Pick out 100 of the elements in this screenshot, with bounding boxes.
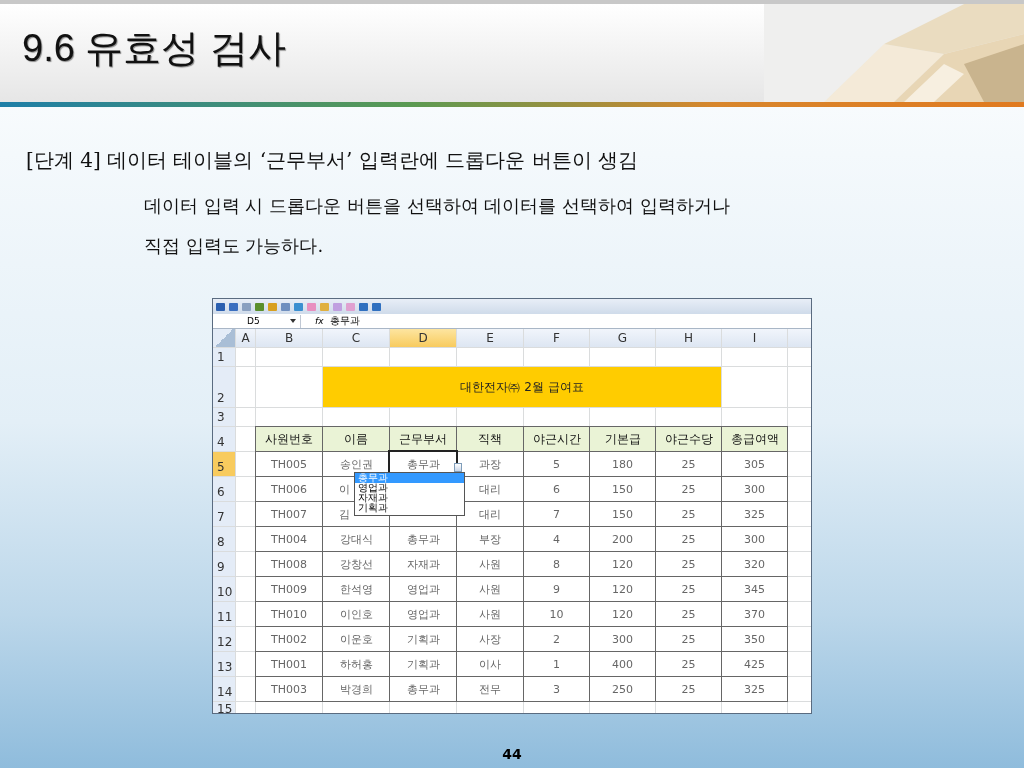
formula-field[interactable]: 총무과 <box>329 314 360 328</box>
row-header[interactable]: 7 <box>213 502 235 526</box>
table-cell: 사원 <box>457 602 523 626</box>
table-cell: 25 <box>656 452 721 476</box>
table-cell: 박경희 <box>323 677 389 701</box>
table-cell: 이사 <box>457 652 523 676</box>
table-cell: 기획과 <box>390 652 456 676</box>
table-cell: 이운호 <box>323 627 389 651</box>
table-cell: 한석영 <box>323 577 389 601</box>
description-text: 데이터 입력 시 드롭다운 버튼을 선택하여 데이터를 선택하여 입력하거나 <box>144 194 730 218</box>
column-header[interactable]: G <box>590 329 655 347</box>
table-cell: 320 <box>722 552 787 576</box>
table-cell: 부장 <box>457 527 523 551</box>
row-header[interactable]: 1 <box>213 348 235 366</box>
table-cell: TH009 <box>256 577 322 601</box>
table-cell: 7 <box>524 502 589 526</box>
table-cell: 345 <box>722 577 787 601</box>
row-header[interactable]: 3 <box>213 408 235 426</box>
table-cell: 350 <box>722 627 787 651</box>
table-cell: TH010 <box>256 602 322 626</box>
column-header[interactable]: A <box>236 329 255 347</box>
table-cell: 4 <box>524 527 589 551</box>
dropdown-button[interactable] <box>454 463 462 472</box>
column-header[interactable]: E <box>457 329 523 347</box>
table-cell: TH003 <box>256 677 322 701</box>
table-cell: 250 <box>590 677 655 701</box>
step-text: [단계 4] 데이터 테이블의 ‘근무부서’ 입력란에 드롭다운 버튼이 생김 <box>26 147 638 174</box>
table-cell: 1 <box>524 652 589 676</box>
table-cell: 120 <box>590 552 655 576</box>
table-cell: 25 <box>656 652 721 676</box>
table-cell: 150 <box>590 477 655 501</box>
description-text: 직접 입력도 가능하다. <box>144 234 324 258</box>
slide-title: 9.6 유효성 검사 <box>22 25 286 71</box>
table-cell: 대리 <box>457 502 523 526</box>
column-header[interactable]: D <box>390 329 456 347</box>
row-header[interactable]: 9 <box>213 552 235 576</box>
table-cell: 과장 <box>457 452 523 476</box>
row-header[interactable]: 11 <box>213 602 235 626</box>
table-cell: 이인호 <box>323 602 389 626</box>
table-header-cell: 총급여액 <box>722 427 787 451</box>
row-header[interactable]: 4 <box>213 427 235 451</box>
row-header[interactable]: 12 <box>213 627 235 651</box>
table-cell: 300 <box>722 477 787 501</box>
row-header[interactable]: 10 <box>213 577 235 601</box>
row-header[interactable]: 6 <box>213 477 235 501</box>
table-cell: 9 <box>524 577 589 601</box>
table-cell: 300 <box>722 527 787 551</box>
table-cell: 400 <box>590 652 655 676</box>
page-number: 44 <box>502 746 522 762</box>
table-cell: TH002 <box>256 627 322 651</box>
table-cell: 강창선 <box>323 552 389 576</box>
table-cell: 사원 <box>457 552 523 576</box>
table-cell: 325 <box>722 677 787 701</box>
table-header-cell: 기본급 <box>590 427 655 451</box>
table-cell: 25 <box>656 602 721 626</box>
table-cell: 150 <box>590 502 655 526</box>
table-header-cell: 이름 <box>323 427 389 451</box>
table-header-cell: 야근시간 <box>524 427 589 451</box>
table-cell: 180 <box>590 452 655 476</box>
table-cell: 강대식 <box>323 527 389 551</box>
table-cell: 25 <box>656 627 721 651</box>
table-cell: 총무과 <box>390 527 456 551</box>
table-cell: 25 <box>656 502 721 526</box>
table-cell: TH004 <box>256 527 322 551</box>
function-label[interactable]: fx <box>315 316 324 326</box>
name-box[interactable]: D5 <box>213 314 301 328</box>
title-banner: 대한전자㈜ 2월 급여표 <box>323 367 721 407</box>
row-header[interactable]: 8 <box>213 527 235 551</box>
row-header[interactable]: 5 <box>213 452 235 476</box>
table-cell: 25 <box>656 577 721 601</box>
table-cell: 25 <box>656 477 721 501</box>
table-cell: TH007 <box>256 502 322 526</box>
table-cell: 300 <box>590 627 655 651</box>
column-header[interactable]: F <box>524 329 589 347</box>
table-cell: 120 <box>590 602 655 626</box>
table-cell: 2 <box>524 627 589 651</box>
row-header[interactable]: 13 <box>213 652 235 676</box>
table-cell: 305 <box>722 452 787 476</box>
table-cell: 8 <box>524 552 589 576</box>
table-cell: 120 <box>590 577 655 601</box>
column-header[interactable]: H <box>656 329 721 347</box>
table-cell: 영업과 <box>390 602 456 626</box>
table-cell: 영업과 <box>390 577 456 601</box>
table-cell: TH001 <box>256 652 322 676</box>
column-header[interactable]: B <box>256 329 322 347</box>
table-cell: TH006 <box>256 477 322 501</box>
column-header[interactable]: I <box>722 329 787 347</box>
table-cell: 5 <box>524 452 589 476</box>
row-header[interactable]: 14 <box>213 677 235 701</box>
row-header[interactable]: 15 <box>213 702 235 713</box>
table-cell: TH008 <box>256 552 322 576</box>
caret-icon[interactable] <box>290 319 296 323</box>
table-cell: 10 <box>524 602 589 626</box>
row-header[interactable]: 2 <box>213 367 235 407</box>
table-cell: 25 <box>656 552 721 576</box>
table-cell: 6 <box>524 477 589 501</box>
column-header[interactable]: C <box>323 329 389 347</box>
select-all-button[interactable] <box>213 329 235 347</box>
table-cell: 325 <box>722 502 787 526</box>
table-cell: 하허홍 <box>323 652 389 676</box>
